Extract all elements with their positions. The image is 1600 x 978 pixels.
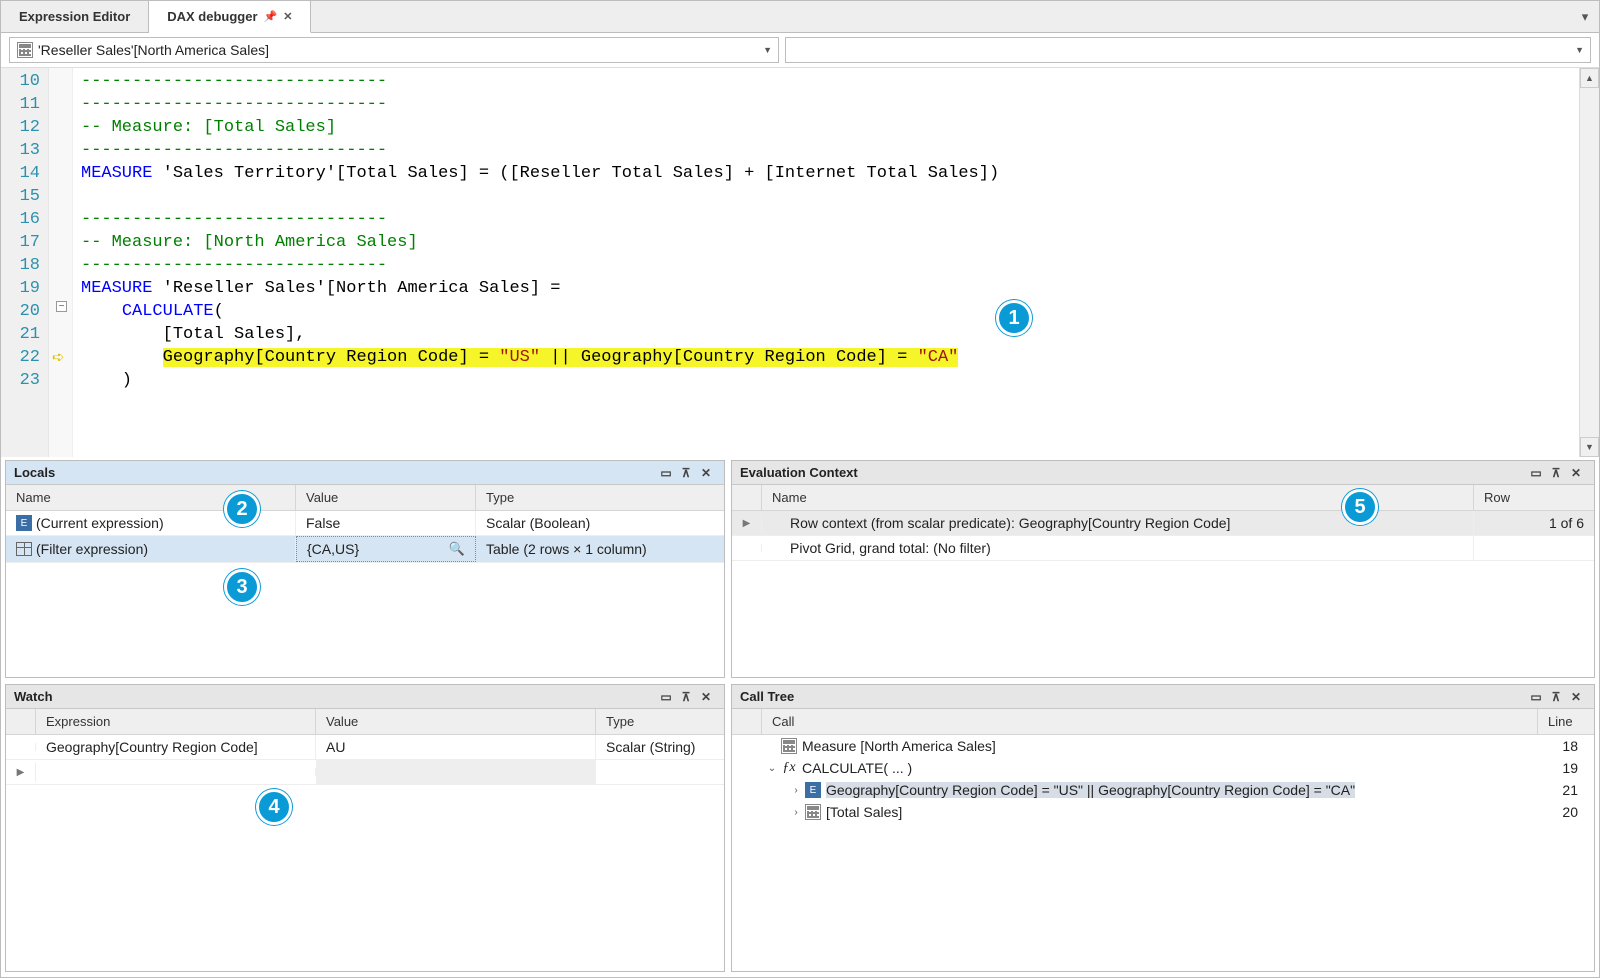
locals-panel: Locals ▭ ⊼ ✕ Name Value Type E(Current e… [5,460,725,678]
locals-columns-header: Name Value Type [6,485,724,511]
line-number-gutter: 10 11 12 13 14 15 16 17 18 19 20 21 22 2… [1,68,49,457]
calltree-row[interactable]: Measure [North America Sales] 18 [732,735,1594,757]
context-row[interactable]: ▶ Row context (from scalar predicate): G… [732,511,1594,536]
code-content[interactable]: ------------------------------ ---------… [73,68,1579,457]
table-icon [16,542,32,556]
current-line-arrow-icon: ➪ [52,346,65,369]
expand-toggle[interactable]: ⌄ [764,763,780,774]
restore-icon[interactable]: ▭ [1526,690,1546,704]
restore-icon[interactable]: ▭ [656,690,676,704]
evaluation-context-panel: Evaluation Context ▭ ⊼ ✕ Name Row ▶ Row … [731,460,1595,678]
restore-icon[interactable]: ▭ [656,466,676,480]
bottom-panels: Locals ▭ ⊼ ✕ Name Value Type E(Current e… [1,457,1599,976]
chevron-down-icon: ▼ [763,45,772,55]
measure-selector-dropdown[interactable]: 'Reseller Sales'[North America Sales] ▼ [9,37,779,63]
function-icon: ƒx [780,759,798,777]
secondary-dropdown[interactable]: ▼ [785,37,1591,63]
close-icon[interactable]: ✕ [1566,690,1586,704]
tab-label: DAX debugger [167,9,257,24]
call-tree-panel: Call Tree ▭ ⊼ ✕ Call Line Measure [North… [731,684,1595,972]
measure-icon [16,41,34,59]
close-icon[interactable]: ✕ [1566,466,1586,480]
chevron-down-icon: ▼ [1575,45,1584,55]
pin-icon[interactable]: 📌 [264,10,278,23]
watch-row[interactable]: Geography[Country Region Code] AU Scalar… [6,735,724,760]
magnify-icon[interactable]: 🔍 [449,541,465,557]
locals-header[interactable]: Locals ▭ ⊼ ✕ [6,461,724,485]
close-icon[interactable]: ✕ [696,690,716,704]
expand-toggle[interactable]: › [788,785,804,796]
callout-5: 5 [1342,489,1378,525]
panel-title: Call Tree [740,689,1526,704]
editor-margin: − ➪ [49,68,73,457]
locals-row-current-expression[interactable]: E(Current expression) False Scalar (Bool… [6,511,724,536]
watch-new-row[interactable]: ▶ [6,760,724,785]
calltree-row[interactable]: ⌄ ƒx CALCULATE( ... ) 19 [732,757,1594,779]
expression-icon: E [804,781,822,799]
tab-label: Expression Editor [19,9,130,24]
calltree-body: Measure [North America Sales] 18 ⌄ ƒx CA… [732,735,1594,971]
scroll-down-button[interactable]: ▼ [1580,437,1599,457]
col-value[interactable]: Value [296,485,476,510]
context-body: ▶ Row context (from scalar predicate): G… [732,511,1594,677]
watch-value-input[interactable] [316,760,596,784]
locals-row-filter-expression[interactable]: (Filter expression) {CA,US}🔍 Table (2 ro… [6,536,724,563]
col-row[interactable]: Row [1474,485,1594,510]
col-value[interactable]: Value [316,709,596,734]
close-icon[interactable]: ✕ [696,466,716,480]
context-columns-header: Name Row [732,485,1594,511]
context-row[interactable]: Pivot Grid, grand total: (No filter) [732,536,1594,561]
col-type[interactable]: Type [596,709,724,734]
col-expression[interactable]: Expression [36,709,316,734]
panel-title: Evaluation Context [740,465,1526,480]
context-header[interactable]: Evaluation Context ▭ ⊼ ✕ [732,461,1594,485]
tab-bar: Expression Editor DAX debugger 📌 ✕ ▾ [1,1,1599,33]
measure-selector-value: 'Reseller Sales'[North America Sales] [38,42,763,58]
fold-toggle[interactable]: − [56,301,67,312]
restore-icon[interactable]: ▭ [1526,466,1546,480]
callout-3: 3 [224,569,260,605]
col-expand [6,709,36,734]
expand-toggle[interactable]: ▶ [6,763,36,782]
locals-body: E(Current expression) False Scalar (Bool… [6,511,724,677]
col-expand [732,485,762,510]
context-dropdown-row: 'Reseller Sales'[North America Sales] ▼ … [1,33,1599,68]
expression-icon: E [16,515,32,531]
expand-toggle[interactable]: ▶ [732,514,762,533]
callout-1: 1 [996,300,1032,336]
pin-icon[interactable]: ⊼ [676,690,696,704]
col-expand [732,709,762,734]
watch-header[interactable]: Watch ▭ ⊼ ✕ [6,685,724,709]
measure-icon [780,737,798,755]
scroll-up-button[interactable]: ▲ [1580,68,1599,88]
calltree-header[interactable]: Call Tree ▭ ⊼ ✕ [732,685,1594,709]
col-type[interactable]: Type [476,485,724,510]
tab-expression-editor[interactable]: Expression Editor [1,1,149,32]
panel-title: Watch [14,689,656,704]
watch-columns-header: Expression Value Type [6,709,724,735]
tab-dax-debugger[interactable]: DAX debugger 📌 ✕ [149,1,311,33]
calltree-row[interactable]: › E Geography[Country Region Code] = "US… [732,779,1594,801]
pin-icon[interactable]: ⊼ [676,466,696,480]
expand-toggle[interactable]: › [788,807,804,818]
calltree-columns-header: Call Line [732,709,1594,735]
watch-panel: Watch ▭ ⊼ ✕ Expression Value Type Geogra… [5,684,725,972]
close-icon[interactable]: ✕ [283,10,292,23]
vertical-scrollbar[interactable]: ▲ ▼ [1579,68,1599,457]
code-editor[interactable]: 10 11 12 13 14 15 16 17 18 19 20 21 22 2… [1,68,1599,457]
pin-icon[interactable]: ⊼ [1546,466,1566,480]
tab-menu-button[interactable]: ▾ [1571,1,1599,32]
callout-4: 4 [256,789,292,825]
panel-title: Locals [14,465,656,480]
col-line[interactable]: Line [1538,709,1594,734]
callout-2: 2 [224,491,260,527]
watch-body: Geography[Country Region Code] AU Scalar… [6,735,724,971]
pin-icon[interactable]: ⊼ [1546,690,1566,704]
calltree-row[interactable]: › [Total Sales] 20 [732,801,1594,823]
col-call[interactable]: Call [762,709,1538,734]
measure-icon [804,803,822,821]
